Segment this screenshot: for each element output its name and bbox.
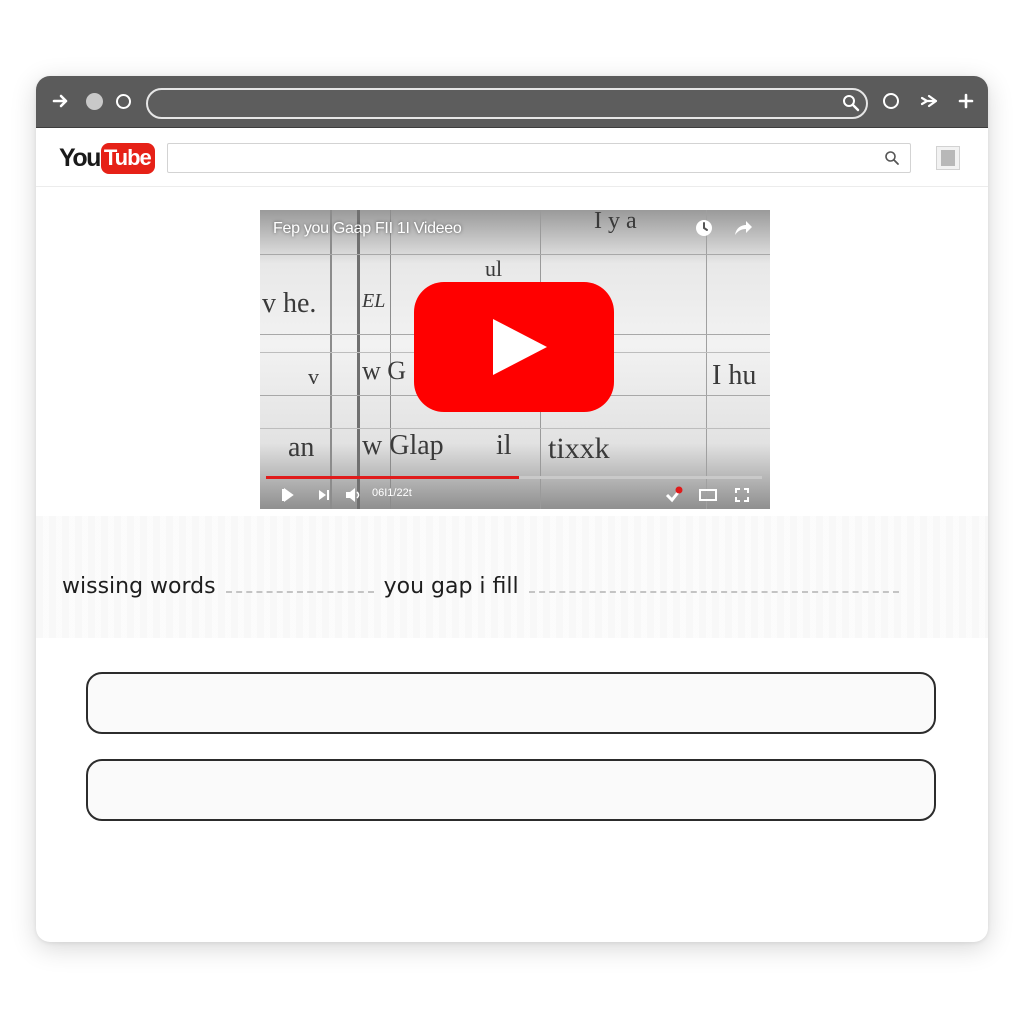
logo-you-text: You [59,143,101,172]
scene-text: v [308,364,319,389]
youtube-search-box[interactable] [167,143,911,173]
scene-text: tixxk [548,432,610,465]
gap-blank [225,591,374,593]
play-icon[interactable] [280,486,296,504]
video-player[interactable]: I y a v he. EL ul v w G I hu an w Glap i… [260,210,770,509]
forward-arrow-icon[interactable] [50,90,72,112]
address-input[interactable] [162,93,826,114]
share-forward-icon[interactable] [919,90,941,112]
scene-text: I y a [594,210,637,234]
address-bar[interactable] [146,88,868,119]
scene-text: il [496,430,512,461]
answer-box[interactable] [86,672,936,734]
answer-input-2[interactable] [88,761,934,819]
settings-icon[interactable] [664,486,684,504]
scene-text: I hu [712,360,757,391]
video-time: 06I1/22t [372,487,412,499]
scene-text: w G [362,356,407,385]
scene-text: EL [362,290,386,312]
progress-bar[interactable] [266,476,762,479]
play-button[interactable] [414,282,614,412]
play-icon [493,319,547,375]
watch-later-icon[interactable] [694,218,714,243]
logo-tube-text: Tube [100,142,155,174]
answer-input-1[interactable] [88,674,934,732]
browser-window: You Tube I y a v he. EL ul v w G I hu an… [36,76,988,942]
browser-toolbar [36,76,988,128]
upload-button[interactable] [936,146,960,170]
next-icon[interactable] [316,486,332,504]
search-icon[interactable] [842,94,860,117]
gap-blank [528,591,899,593]
reload-circle-icon[interactable] [112,90,134,112]
gap-fill-sentence: wissing words you gap i fill [62,572,909,600]
refresh-circle-icon[interactable] [880,90,902,112]
answer-box[interactable] [86,759,936,821]
upload-icon [941,150,955,166]
scene-text: ul [485,256,503,281]
plus-icon[interactable] [955,90,977,112]
progress-fill [266,476,519,479]
scene-text: w Glap [362,430,444,461]
youtube-logo[interactable]: You Tube [59,141,155,175]
volume-icon[interactable] [344,486,364,504]
fullscreen-icon[interactable] [734,486,750,504]
share-icon[interactable] [732,219,754,242]
theater-icon[interactable] [698,486,718,504]
scene-text: v he. [262,288,317,319]
video-title: Fep you Gaap FII 1I Videeo [273,220,462,237]
sentence-part-1: wissing words [62,573,216,599]
youtube-header: You Tube [36,128,988,187]
search-icon[interactable] [884,150,900,171]
sentence-part-2: you gap i fill [383,573,519,599]
scene-text: an [288,432,315,463]
search-input[interactable] [176,148,870,170]
record-dot-icon[interactable] [83,90,105,112]
